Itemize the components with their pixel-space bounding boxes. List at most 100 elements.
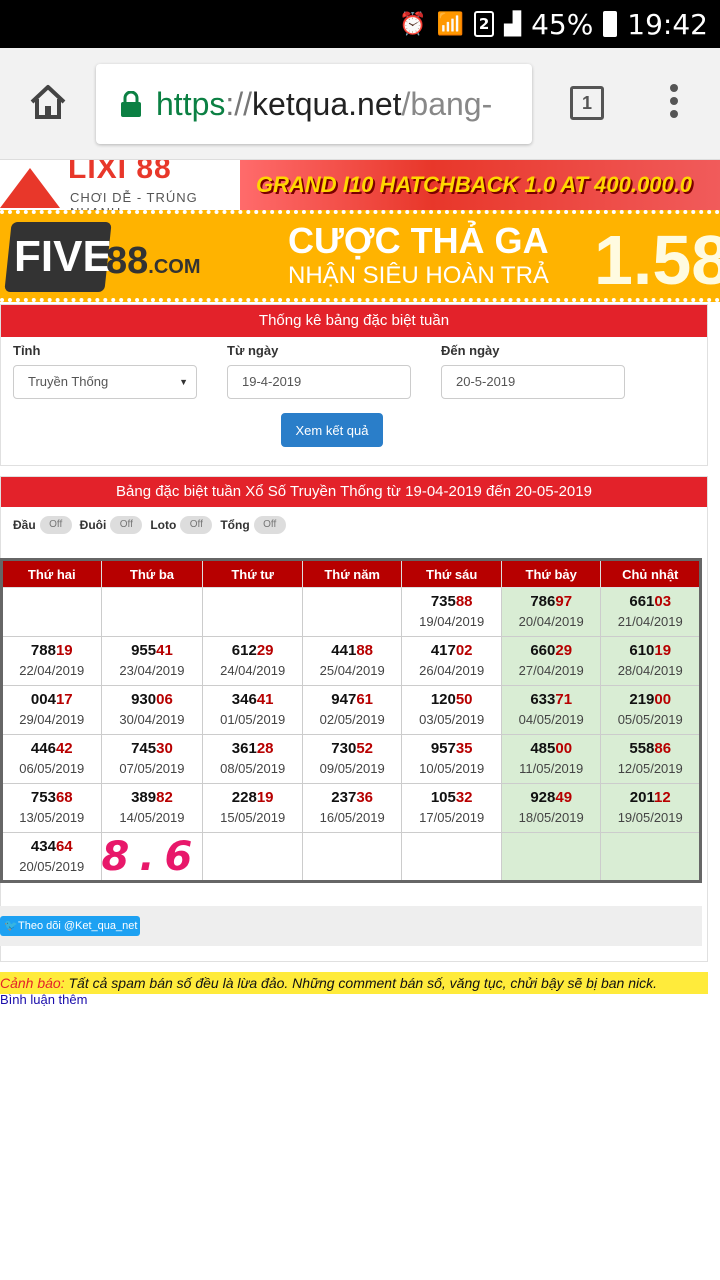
lixi88-mark-icon [0, 168, 60, 208]
result-number: 95735 [430, 740, 473, 757]
result-date: 15/05/2019 [220, 810, 286, 825]
table-cell: 22819 15/05/2019 [202, 783, 303, 833]
result-date: 01/05/2019 [220, 712, 286, 727]
twitter-follow-label: Theo dõi @Ket_qua_net [18, 920, 138, 932]
table-cell [202, 832, 303, 882]
battery-icon [603, 11, 618, 37]
result-number: 44642 [30, 740, 73, 757]
home-icon[interactable] [28, 82, 68, 122]
result-date: 04/05/2019 [518, 712, 584, 727]
table-cell: 61019 28/04/2019 [600, 636, 701, 686]
lixi88-slogan: CHƠI DỄ - TRÚNG NHANH [70, 190, 198, 210]
result-number: 78819 [30, 642, 73, 659]
result-date: 19/05/2019 [617, 810, 683, 825]
sim-indicator: 2 [474, 11, 495, 37]
province-select[interactable]: Truyền Thống ▼ [13, 365, 197, 399]
toggle-loto[interactable]: Off [180, 516, 213, 534]
result-date: 05/05/2019 [617, 712, 683, 727]
table-cell: 34641 01/05/2019 [202, 685, 303, 735]
url-text: https://ketqua.net/bang- [156, 85, 493, 122]
result-number: 78697 [530, 593, 573, 610]
result-number: 73588 [430, 593, 473, 610]
overflow-menu-icon[interactable] [664, 84, 684, 124]
browser-toolbar: https://ketqua.net/bang- 1 [0, 48, 720, 160]
result-number: 75368 [30, 789, 73, 806]
table-cell: 44188 25/04/2019 [301, 636, 403, 686]
table-cell: 95735 10/05/2019 [401, 734, 502, 784]
result-date: 10/05/2019 [419, 761, 485, 776]
result-number: 20112 [629, 789, 671, 806]
table-cell: 66029 27/04/2019 [500, 636, 602, 686]
table-cell: 66103 21/04/2019 [600, 587, 701, 637]
result-number: 61019 [629, 642, 672, 659]
col-header: Thứ hai [1, 559, 102, 588]
table-cell [100, 587, 204, 637]
lixi88-banner[interactable]: LIXI 88 CHƠI DỄ - TRÚNG NHANH GRAND I10 … [0, 160, 720, 210]
table-cell: 48500 11/05/2019 [500, 734, 602, 784]
table-row: 75368 13/05/2019 38982 14/05/2019 22819 15/05… [1, 783, 701, 833]
five88-rate: 1.58% [594, 221, 720, 299]
results-card-title: Bảng đặc biệt tuần Xổ Số Truyền Thống từ… [1, 477, 707, 507]
toggle-label-tong: Tổng [220, 518, 250, 532]
result-date: 28/04/2019 [617, 663, 683, 678]
table-cell [500, 832, 602, 882]
result-date: 08/05/2019 [220, 761, 286, 776]
table-cell: 43464 20/05/2019 [1, 832, 102, 882]
tab-switcher-button[interactable]: 1 [570, 86, 604, 120]
lock-icon [121, 91, 141, 117]
lixi88-promo-text: GRAND I10 HATCHBACK 1.0 AT 400.000.0 [256, 172, 693, 197]
col-header: Thứ năm [301, 559, 403, 588]
five88-domain: 88.COM [106, 240, 201, 282]
result-number: 43464 [30, 837, 73, 855]
table-cell: 23736 16/05/2019 [301, 783, 403, 833]
result-date: 25/04/2019 [319, 663, 385, 678]
table-cell [1, 587, 102, 637]
table-row: 73588 19/04/2019 78697 20/04/2019 66103 21/04… [1, 587, 701, 637]
result-number: 55886 [629, 740, 672, 757]
from-date-label: Từ ngày [227, 343, 279, 358]
result-number: 00417 [30, 691, 73, 708]
view-results-button[interactable]: Xem kết quả [281, 413, 383, 447]
table-header-row: Thứ hai Thứ ba Thứ tư Thứ năm Thứ sáu Th… [1, 559, 701, 588]
province-label: Tỉnh [13, 343, 41, 358]
table-cell [600, 832, 701, 882]
result-number: 21900 [629, 691, 672, 708]
more-comments-link[interactable]: Bình luận thêm [0, 992, 87, 1007]
twitter-follow-button[interactable]: 🐦 Theo dõi @Ket_qua_net [0, 916, 140, 936]
col-header: Thứ tư [202, 559, 303, 588]
five88-banner[interactable]: FIVE 88.COM CƯỢC THẢ GA NHẬN SIÊU HOÀN T… [0, 210, 720, 302]
toggle-duoi[interactable]: Off [110, 516, 143, 534]
warning-text: Tất cả spam bán số đều là lừa đảo. Những… [64, 975, 657, 991]
table-cell: 38982 14/05/2019 [100, 783, 204, 833]
result-date: 30/04/2019 [119, 712, 185, 727]
to-date-input[interactable]: 20-5-2019 [441, 365, 625, 399]
table-cell: 8.6 [100, 832, 204, 882]
five88-title: CƯỢC THẢ GA [288, 220, 549, 261]
table-cell: 93006 30/04/2019 [100, 685, 204, 735]
to-date-label: Đến ngày [441, 343, 500, 358]
five88-subtitle: NHẬN SIÊU HOÀN TRẢ [288, 262, 549, 289]
lixi88-logo-area: LIXI 88 CHƠI DỄ - TRÚNG NHANH [0, 160, 240, 210]
result-number: 61229 [231, 642, 274, 659]
result-date: 24/04/2019 [220, 663, 286, 678]
toggle-dau[interactable]: Off [39, 516, 72, 534]
result-number: 63371 [530, 691, 573, 708]
lixi88-logo: LIXI 88 [68, 160, 172, 185]
status-bar: ⏰ 📶 2 ▟ 45% 19:42 [0, 0, 720, 48]
clock: 19:42 [627, 7, 708, 41]
result-date: 02/05/2019 [319, 712, 385, 727]
address-bar[interactable]: https://ketqua.net/bang- [96, 64, 532, 144]
table-cell: 95541 23/04/2019 [100, 636, 204, 686]
result-number: 23736 [331, 789, 374, 806]
result-date: 29/04/2019 [19, 712, 85, 727]
result-date: 17/05/2019 [419, 810, 485, 825]
table-cell [301, 832, 403, 882]
toggle-label-duoi: Đuôi [79, 518, 107, 532]
table-cell: 20112 19/05/2019 [600, 783, 701, 833]
result-number: 10532 [430, 789, 473, 806]
result-number: 73052 [331, 740, 374, 757]
toggle-tong[interactable]: Off [253, 516, 286, 534]
province-select-value: Truyền Thống [28, 374, 109, 389]
result-date: 16/05/2019 [319, 810, 385, 825]
from-date-input[interactable]: 19-4-2019 [227, 365, 411, 399]
